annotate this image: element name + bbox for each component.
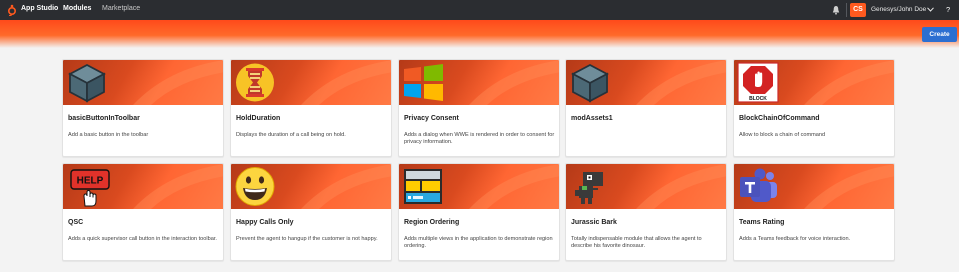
header-banner [0, 20, 959, 48]
teams-icon [740, 168, 777, 202]
module-card[interactable]: HoldDuration Displays the duration of a … [230, 59, 392, 157]
smiley-icon [235, 167, 275, 206]
windows-logo-icon [404, 64, 443, 101]
hourglass-icon [236, 63, 274, 102]
dinosaur-icon [575, 172, 603, 204]
help-hand-icon: HELP [70, 169, 110, 207]
card-thumbnail [399, 164, 559, 209]
genesys-logo-icon[interactable] [7, 4, 17, 16]
nav-marketplace-link[interactable]: Marketplace [102, 5, 140, 12]
card-description: Adds a dialog when WWE is rendered in or… [404, 132, 555, 146]
module-card[interactable]: Teams Rating Adds a Teams feedback for v… [733, 163, 895, 261]
card-description: Allow to block a chain of command [739, 132, 826, 138]
icon-caption: BLOCK [749, 96, 767, 102]
card-thumbnail: BLOCK [734, 60, 894, 105]
module-card[interactable]: modAssets1 [565, 59, 727, 157]
card-thumbnail [734, 164, 894, 209]
cube-icon [571, 63, 609, 103]
module-card[interactable]: Region Ordering Adds multiple views in t… [398, 163, 560, 261]
user-avatar[interactable]: CS [850, 3, 866, 17]
card-title: modAssets1 [571, 115, 613, 122]
card-thumbnail [63, 60, 223, 105]
nav-modules-link[interactable]: Modules [63, 5, 91, 12]
user-name[interactable]: Genesys/John Doe [871, 6, 926, 13]
module-card[interactable]: Happy Calls Only Prevent the agent to ha… [230, 163, 392, 261]
card-thumbnail [231, 60, 391, 105]
topbar-divider [846, 3, 847, 17]
card-description: Add a basic button in the toolbar [68, 132, 149, 138]
stop-sign-icon: BLOCK [737, 62, 779, 103]
module-card[interactable]: BLOCK BlockChainOfCommand Allow to block… [733, 59, 895, 157]
layout-panels-icon [404, 169, 442, 204]
card-description: Adds a quick supervisor call button in t… [68, 236, 217, 242]
card-title: BlockChainOfCommand [739, 115, 820, 122]
app-title[interactable]: App Studio [21, 5, 58, 12]
card-description: Prevent the agent to hangup if the custo… [236, 236, 378, 242]
card-description: Adds multiple views in the application t… [404, 236, 553, 250]
notification-bell-icon[interactable] [832, 5, 840, 15]
chevron-down-icon[interactable] [927, 7, 934, 12]
card-title: Privacy Consent [404, 115, 459, 122]
card-thumbnail [566, 60, 726, 105]
top-navigation-bar: App Studio Modules Marketplace CS Genesy… [0, 0, 959, 20]
card-title: basicButtonInToolbar [68, 115, 140, 122]
card-description: Adds a Teams feedback for voice interact… [739, 236, 851, 242]
card-title: Teams Rating [739, 219, 785, 226]
card-thumbnail: HELP [63, 164, 223, 209]
module-card[interactable]: Jurassic Bark Totally indispensable modu… [565, 163, 727, 261]
card-thumbnail [231, 164, 391, 209]
create-button[interactable]: Create [922, 27, 957, 42]
card-title: Happy Calls Only [236, 219, 294, 226]
card-thumbnail [566, 164, 726, 209]
module-card[interactable]: Privacy Consent Adds a dialog when WWE i… [398, 59, 560, 157]
card-description: Totally indispensable module that allows… [571, 236, 702, 250]
card-thumbnail [399, 60, 559, 105]
module-card[interactable]: basicButtonInToolbar Add a basic button … [62, 59, 224, 157]
help-button[interactable]: ? [946, 5, 950, 14]
icon-caption: HELP [77, 176, 104, 187]
module-card[interactable]: HELP QSC Adds a quick supervisor call bu… [62, 163, 224, 261]
cube-icon [68, 63, 106, 103]
card-title: Jurassic Bark [571, 219, 617, 226]
card-title: HoldDuration [236, 115, 281, 122]
card-title: Region Ordering [404, 219, 460, 226]
card-title: QSC [68, 219, 84, 226]
card-description: Displays the duration of a call being on… [236, 132, 346, 138]
